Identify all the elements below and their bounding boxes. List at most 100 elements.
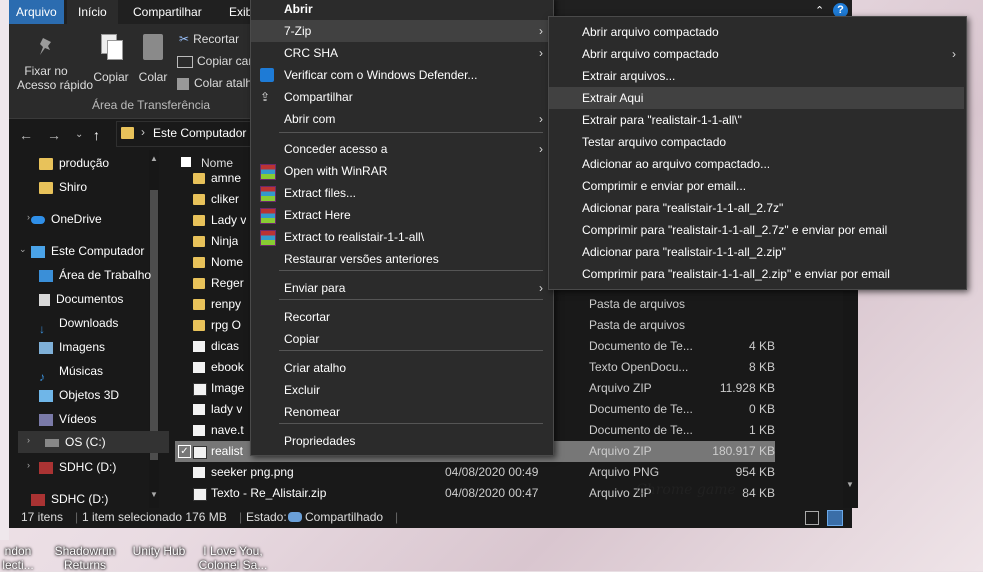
scissors-icon: ✂ bbox=[179, 32, 190, 46]
table-row[interactable]: seeker png.png 04/08/2020 00:49 Arquivo PN… bbox=[175, 462, 775, 483]
recent-chevron-icon[interactable]: ⌄ bbox=[75, 129, 83, 140]
menu-item[interactable]: Abrir com › bbox=[251, 108, 551, 130]
file-date: 04/08/2020 00:47 bbox=[445, 486, 539, 500]
sidebar-item-videos[interactable]: Vídeos bbox=[39, 408, 96, 430]
menu-item[interactable]: Open with WinRAR bbox=[251, 160, 551, 182]
menu-item-label: Restaurar versões anteriores bbox=[284, 252, 439, 266]
file-name: Ninja bbox=[211, 234, 239, 248]
scrollbar-thumb[interactable] bbox=[150, 190, 158, 460]
zip-menu-item[interactable]: Extrair arquivos... bbox=[549, 65, 964, 87]
menu-item-label: Extrair Aqui bbox=[582, 91, 644, 105]
sidebar-item-sdhc-d[interactable]: SDHC (D:) bbox=[39, 456, 116, 478]
menu-item[interactable]: Extract files... bbox=[251, 182, 551, 204]
menu-item[interactable]: ⇪ Compartilhar bbox=[251, 86, 551, 108]
sidebar-item-sdhc-d-2[interactable]: SDHC (D:) bbox=[31, 488, 108, 510]
tab-inicio[interactable]: Início bbox=[67, 0, 118, 24]
sidebar-item-objetos-3d[interactable]: Objetos 3D bbox=[39, 384, 119, 406]
sidebar-item-label: SDHC (D:) bbox=[59, 460, 117, 474]
address-bar[interactable]: › Este Computador bbox=[116, 121, 258, 147]
paste-shortcut-button[interactable]: Colar atalh bbox=[177, 76, 252, 90]
scroll-up-icon[interactable]: ▲ bbox=[150, 154, 158, 163]
zip-menu-item[interactable]: Comprimir para "realistair-1-1-all_2.zip… bbox=[549, 263, 964, 285]
file-type: Pasta de arquivos bbox=[589, 318, 686, 332]
menu-item-label: Testar arquivo compactado bbox=[582, 135, 727, 149]
row-checkbox[interactable]: ✓ bbox=[178, 445, 191, 458]
zip-menu-item[interactable]: Abrir arquivo compactado › bbox=[549, 43, 964, 65]
drive-icon bbox=[45, 438, 59, 447]
copy-button[interactable]: Copiar bbox=[91, 34, 131, 84]
zip-menu-item[interactable]: Comprimir e enviar por email... bbox=[549, 175, 964, 197]
menu-item[interactable]: Verificar com o Windows Defender... bbox=[251, 64, 551, 86]
cut-button[interactable]: ✂ Recortar bbox=[179, 32, 239, 46]
zip-menu-item[interactable]: Adicionar para "realistair-1-1-all_2.7z" bbox=[549, 197, 964, 219]
desktop-icon-shadowrun[interactable]: Shadowrun Returns bbox=[48, 544, 122, 572]
desktop-icon-i-love-you[interactable]: I Love You, Colonel Sa... bbox=[196, 544, 270, 572]
forward-arrow-icon[interactable]: → bbox=[47, 127, 61, 143]
collapse-ribbon-icon[interactable]: ⌃ bbox=[815, 4, 827, 17]
desktop-icon-1[interactable]: ndon lecti... bbox=[0, 544, 36, 572]
desktop-icon bbox=[39, 269, 53, 282]
zip-menu-item[interactable]: Extrair para "realistair-1-1-all\" bbox=[549, 109, 964, 131]
menu-item[interactable]: Extract to realistair-1-1-all\ bbox=[251, 226, 551, 248]
context-menu: Abrir 7-Zip › CRC SHA › Verificar com o Windo… bbox=[250, 0, 554, 456]
menu-item-label: Copiar bbox=[284, 332, 320, 346]
zip-menu-item[interactable]: Comprimir para "realistair-1-1-all_2.7z"… bbox=[549, 219, 964, 241]
menu-item-label: Open with WinRAR bbox=[284, 164, 388, 178]
state-label: Estado: bbox=[246, 510, 287, 524]
menu-item[interactable]: Copiar bbox=[251, 328, 551, 350]
details-view-icon[interactable] bbox=[805, 511, 819, 525]
menu-item[interactable]: Recortar bbox=[251, 306, 551, 328]
expand-chevron-icon[interactable]: › bbox=[27, 460, 30, 470]
menu-item[interactable]: Enviar para › bbox=[251, 277, 551, 299]
menu-item[interactable]: Renomear bbox=[251, 401, 551, 423]
menu-item[interactable]: Extract Here bbox=[251, 204, 551, 226]
expand-chevron-icon[interactable]: › bbox=[27, 435, 30, 445]
desktop-icon-unity-hub[interactable]: Unity Hub bbox=[126, 544, 192, 558]
sidebar-item-onedrive[interactable]: OneDrive bbox=[31, 208, 102, 230]
paste-shortcut-icon bbox=[177, 77, 189, 90]
menu-item-label: CRC SHA bbox=[284, 46, 339, 60]
tab-compartilhar[interactable]: Compartilhar bbox=[127, 0, 208, 24]
status-bar: 17 itens | 1 item selecionado 176 MB | E… bbox=[9, 508, 852, 528]
sidebar-item-downloads[interactable]: ↓ Downloads bbox=[39, 312, 118, 336]
select-all-checkbox[interactable] bbox=[181, 157, 191, 167]
sidebar-item-este-computador[interactable]: Este Computador bbox=[31, 240, 144, 262]
zip-menu-item[interactable]: Testar arquivo compactado bbox=[549, 131, 964, 153]
paste-icon bbox=[143, 34, 163, 60]
menu-item[interactable]: Propriedades bbox=[251, 430, 551, 452]
zip-menu-item[interactable]: Abrir arquivo compactado bbox=[549, 21, 964, 43]
zip-menu-item[interactable]: Adicionar ao arquivo compactado... bbox=[549, 153, 964, 175]
tab-arquivo[interactable]: Arquivo bbox=[9, 0, 64, 24]
menu-item-label: Adicionar para "realistair-1-1-all_2.7z" bbox=[582, 201, 784, 215]
scroll-down-icon[interactable]: ▼ bbox=[150, 490, 158, 499]
file-name: seeker png.png bbox=[211, 465, 294, 479]
back-arrow-icon[interactable]: ← bbox=[19, 127, 33, 143]
scroll-down-icon[interactable]: ▼ bbox=[846, 480, 854, 489]
tiles-view-icon[interactable] bbox=[827, 510, 843, 526]
menu-item[interactable]: Excluir bbox=[251, 379, 551, 401]
sidebar-item-area-de-trabalho[interactable]: Área de Trabalho bbox=[39, 264, 151, 286]
up-arrow-icon[interactable]: ↑ bbox=[93, 127, 100, 143]
menu-item[interactable]: CRC SHA › bbox=[251, 42, 551, 64]
sidebar-item-imagens[interactable]: Imagens bbox=[39, 336, 105, 358]
copy-path-button[interactable]: Copiar cam bbox=[177, 54, 258, 68]
group-label-clipboard: Área de Transferência bbox=[92, 98, 211, 112]
sidebar-item-producao[interactable]: produção bbox=[39, 152, 109, 174]
zip-menu-item[interactable]: Extrair Aqui bbox=[549, 87, 964, 109]
computer-icon bbox=[31, 245, 45, 258]
expand-chevron-icon[interactable]: › bbox=[27, 212, 30, 222]
menu-item[interactable]: 7-Zip › bbox=[251, 20, 551, 42]
menu-item[interactable]: Restaurar versões anteriores bbox=[251, 248, 551, 270]
expand-chevron-icon[interactable]: ⌄ bbox=[19, 244, 27, 255]
sidebar-item-os-c[interactable]: OS (C:) bbox=[18, 431, 176, 453]
pin-quick-access-button[interactable]: Fixar no Acesso rápido bbox=[17, 36, 93, 92]
sidebar-item-shiro[interactable]: Shiro bbox=[39, 176, 87, 198]
sidebar-item-documentos[interactable]: Documentos bbox=[39, 288, 123, 310]
sidebar-item-musicas[interactable]: ♪ Músicas bbox=[39, 360, 103, 384]
paste-button[interactable]: Colar bbox=[135, 34, 171, 84]
menu-item[interactable]: Abrir bbox=[251, 0, 551, 20]
zip-menu-item[interactable]: Adicionar para "realistair-1-1-all_2.zip… bbox=[549, 241, 964, 263]
menu-item[interactable]: Conceder acesso a › bbox=[251, 138, 551, 160]
menu-item[interactable]: Criar atalho bbox=[251, 357, 551, 379]
navigation-scrollbar[interactable]: ▲ ▼ bbox=[149, 150, 159, 508]
